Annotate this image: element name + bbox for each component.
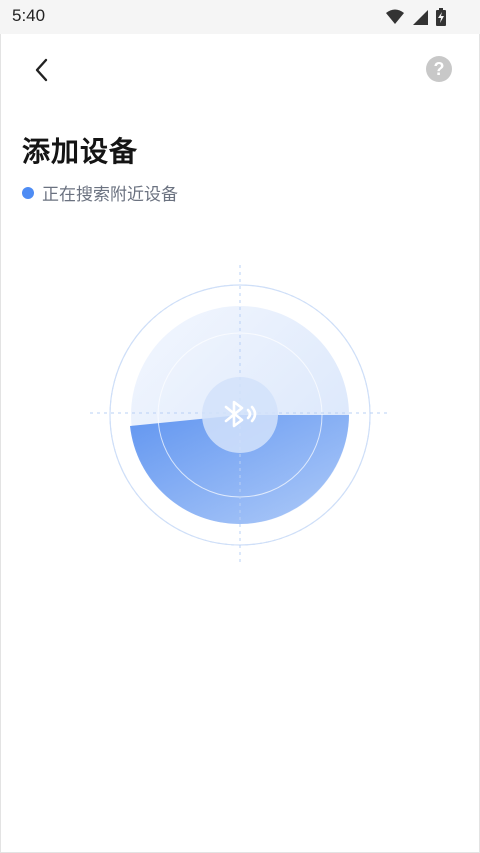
radar-center: [202, 377, 278, 453]
status-time: 5:40: [12, 6, 46, 25]
status-text: 正在搜索附近设备: [42, 185, 178, 205]
battery-charging-icon: [436, 8, 446, 26]
radar-scanner: [90, 265, 390, 565]
wifi-icon: [386, 9, 404, 24]
status-bar: 5:40: [0, 0, 480, 34]
back-button[interactable]: [26, 54, 58, 86]
help-button[interactable]: ?: [426, 56, 452, 82]
status-icons: [386, 8, 446, 26]
status-dot: [22, 186, 34, 199]
cellular-signal-icon: [413, 10, 428, 25]
help-icon: ?: [433, 58, 445, 79]
page-title: 添加设备: [22, 135, 139, 168]
chevron-left-icon: [35, 58, 48, 82]
nav-bar: ?: [0, 48, 480, 92]
search-status: 正在搜索附近设备: [22, 180, 178, 205]
